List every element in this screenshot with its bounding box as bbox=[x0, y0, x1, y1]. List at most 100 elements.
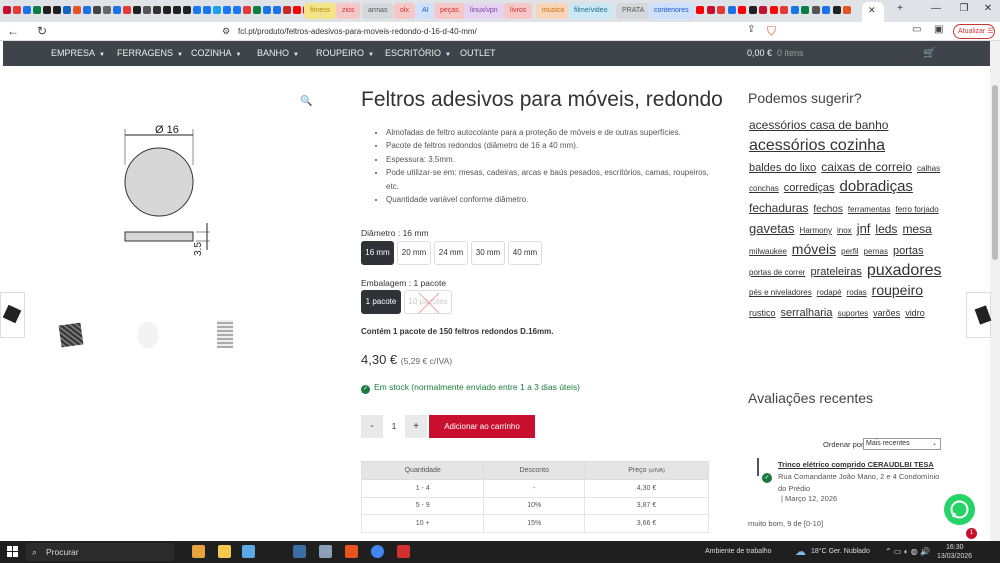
tag-link[interactable]: milwaukee bbox=[749, 247, 787, 257]
pinned-tab-r10[interactable] bbox=[790, 6, 799, 14]
pinned-tab-r2[interactable] bbox=[706, 6, 715, 14]
pinned-tab-r1[interactable] bbox=[696, 6, 704, 14]
close-window-button[interactable]: ✕ bbox=[978, 3, 998, 14]
share-icon[interactable]: ⇪ bbox=[747, 24, 755, 35]
tag-link[interactable]: conchas bbox=[749, 184, 779, 194]
bookmark-folder-2[interactable]: zios bbox=[336, 3, 361, 19]
nav-item-2[interactable]: FERRAGENS ▼ bbox=[117, 41, 183, 68]
pinned-tab-r9[interactable] bbox=[780, 6, 788, 14]
pinned-tab-25[interactable] bbox=[243, 6, 251, 14]
pinned-tab-21[interactable] bbox=[203, 6, 211, 14]
pinned-tab-r11[interactable] bbox=[801, 6, 809, 14]
bookmark-folder-1[interactable]: fitness bbox=[304, 3, 337, 19]
taskbar-app-7[interactable] bbox=[371, 545, 384, 558]
pinned-tab-7[interactable] bbox=[63, 6, 71, 14]
nav-item-6[interactable]: ESCRITÓRIO ▼ bbox=[385, 41, 451, 68]
tray-icons[interactable]: ⌃ ▭ ◐ ◍ 🔊 bbox=[885, 547, 930, 556]
scrollbar-thumb[interactable] bbox=[992, 85, 998, 260]
reload-icon[interactable]: ↻ bbox=[37, 24, 47, 38]
pinned-tab-2[interactable] bbox=[13, 6, 21, 14]
tag-link[interactable]: portas bbox=[893, 244, 924, 258]
tag-link[interactable]: varões bbox=[873, 308, 900, 320]
pinned-tab-r8[interactable] bbox=[769, 6, 778, 14]
bookmark-folder-3[interactable]: armas bbox=[362, 3, 394, 19]
taskbar-app-3[interactable] bbox=[242, 545, 255, 558]
add-to-cart-button[interactable]: Adicionar ao carrinho bbox=[429, 415, 535, 438]
tag-link[interactable]: Harmony bbox=[800, 226, 832, 236]
tag-link[interactable]: ferro forjado bbox=[896, 205, 939, 215]
bookmark-folder-6[interactable]: peças bbox=[434, 3, 465, 19]
pinned-tab-28[interactable] bbox=[273, 6, 281, 14]
pinned-tab-14[interactable] bbox=[133, 6, 141, 14]
pinned-tab-r4[interactable] bbox=[727, 6, 736, 14]
bookmark-folder-8[interactable]: livros bbox=[504, 3, 533, 19]
cart-items[interactable]: 0 itens bbox=[777, 41, 804, 66]
tag-link[interactable]: roupeiro bbox=[872, 281, 923, 299]
pinned-tab-24[interactable] bbox=[233, 6, 241, 14]
tag-link[interactable]: gavetas bbox=[749, 221, 795, 238]
gallery-thumb-2[interactable] bbox=[138, 322, 158, 348]
pinned-tab-r13[interactable] bbox=[822, 6, 830, 14]
pinned-tab-1[interactable] bbox=[3, 6, 11, 14]
bookmark-folder-7[interactable]: linux/vpn bbox=[464, 3, 504, 19]
url-field[interactable]: fcl.pt/produto/feltros-adesivos-para-mov… bbox=[238, 27, 477, 36]
review-product-link[interactable]: Trinco elétrico comprido CERAUDLBI TESA bbox=[778, 460, 934, 469]
pinned-tab-16[interactable] bbox=[153, 6, 161, 14]
bookmark-folder-9[interactable]: musica bbox=[536, 3, 571, 19]
sidebar-icon[interactable]: ▭ bbox=[912, 24, 921, 35]
pinned-tab-r14[interactable] bbox=[832, 6, 841, 14]
pinned-tab-22[interactable] bbox=[213, 6, 221, 14]
pinned-tab-12[interactable] bbox=[113, 6, 121, 14]
gallery-next-arrow[interactable] bbox=[966, 292, 992, 338]
whatsapp-button[interactable] bbox=[944, 494, 975, 525]
nav-item-1[interactable]: EMPRESA ▼ bbox=[51, 41, 105, 68]
pinned-tab-r6[interactable] bbox=[748, 6, 757, 14]
tag-link[interactable]: fechos bbox=[813, 203, 842, 216]
pinned-tab-5[interactable] bbox=[43, 6, 51, 14]
brave-shield-icon[interactable]: ⛉ bbox=[767, 24, 776, 39]
bookmark-folder-5[interactable]: AI bbox=[416, 3, 435, 19]
tag-link[interactable]: vidro bbox=[905, 308, 925, 320]
pinned-tab-20[interactable] bbox=[193, 6, 201, 14]
diameter-option-4[interactable]: 30 mm bbox=[471, 241, 505, 265]
wallet-icon[interactable]: ▣ bbox=[934, 24, 943, 35]
taskbar-app-8[interactable] bbox=[397, 545, 410, 558]
tag-link[interactable]: acessórios cozinha bbox=[749, 136, 885, 157]
diameter-option-3[interactable]: 24 mm bbox=[434, 241, 468, 265]
nav-item-3[interactable]: COZINHA ▼ bbox=[191, 41, 241, 68]
tag-link[interactable]: mesa bbox=[902, 222, 931, 238]
diameter-option-2[interactable]: 20 mm bbox=[397, 241, 431, 265]
pinned-tab-30[interactable] bbox=[293, 6, 301, 14]
taskbar-app-4[interactable] bbox=[293, 545, 306, 558]
pinned-tab-r15[interactable] bbox=[843, 6, 851, 14]
tab-close-icon[interactable]: ✕ bbox=[868, 5, 876, 16]
gallery-prev-arrow[interactable] bbox=[0, 292, 25, 338]
cart-total[interactable]: 0,00 € bbox=[747, 41, 772, 66]
tag-link[interactable]: móveis bbox=[792, 240, 836, 258]
tag-link[interactable]: perfil bbox=[841, 247, 858, 257]
bookmark-folder-4[interactable]: olx bbox=[394, 3, 415, 19]
bookmark-folder-11[interactable]: PRATA bbox=[616, 3, 651, 19]
diameter-option-5[interactable]: 40 mm bbox=[508, 241, 542, 265]
pinned-tab-r5[interactable] bbox=[738, 6, 746, 14]
tag-link[interactable]: pés e niveladores bbox=[749, 288, 812, 298]
gallery-thumb-3[interactable] bbox=[217, 320, 233, 348]
back-icon[interactable]: ← bbox=[7, 24, 19, 38]
tag-link[interactable]: jnf bbox=[857, 221, 871, 238]
diameter-option-1[interactable]: 16 mm bbox=[361, 241, 394, 265]
tag-link[interactable]: rodas bbox=[847, 288, 867, 298]
tag-link[interactable]: fechaduras bbox=[749, 201, 808, 217]
tag-link[interactable]: inox bbox=[837, 226, 852, 236]
pinned-tab-r12[interactable] bbox=[811, 6, 820, 14]
new-tab-button[interactable]: + bbox=[890, 3, 910, 14]
zoom-icon[interactable]: 🔍 bbox=[300, 96, 312, 107]
taskbar-app-6[interactable] bbox=[345, 545, 358, 558]
taskbar-app-2[interactable] bbox=[218, 545, 231, 558]
windows-start-icon[interactable] bbox=[7, 546, 18, 557]
clock-time[interactable]: 16:30 bbox=[946, 544, 964, 551]
tag-link[interactable]: rodapé bbox=[817, 288, 842, 298]
quantity-decrease-button[interactable]: - bbox=[361, 415, 383, 438]
pinned-tab-8[interactable] bbox=[73, 6, 81, 14]
tag-link[interactable]: portas de correr bbox=[749, 268, 805, 278]
tag-link[interactable]: caixas de correio bbox=[821, 160, 912, 176]
